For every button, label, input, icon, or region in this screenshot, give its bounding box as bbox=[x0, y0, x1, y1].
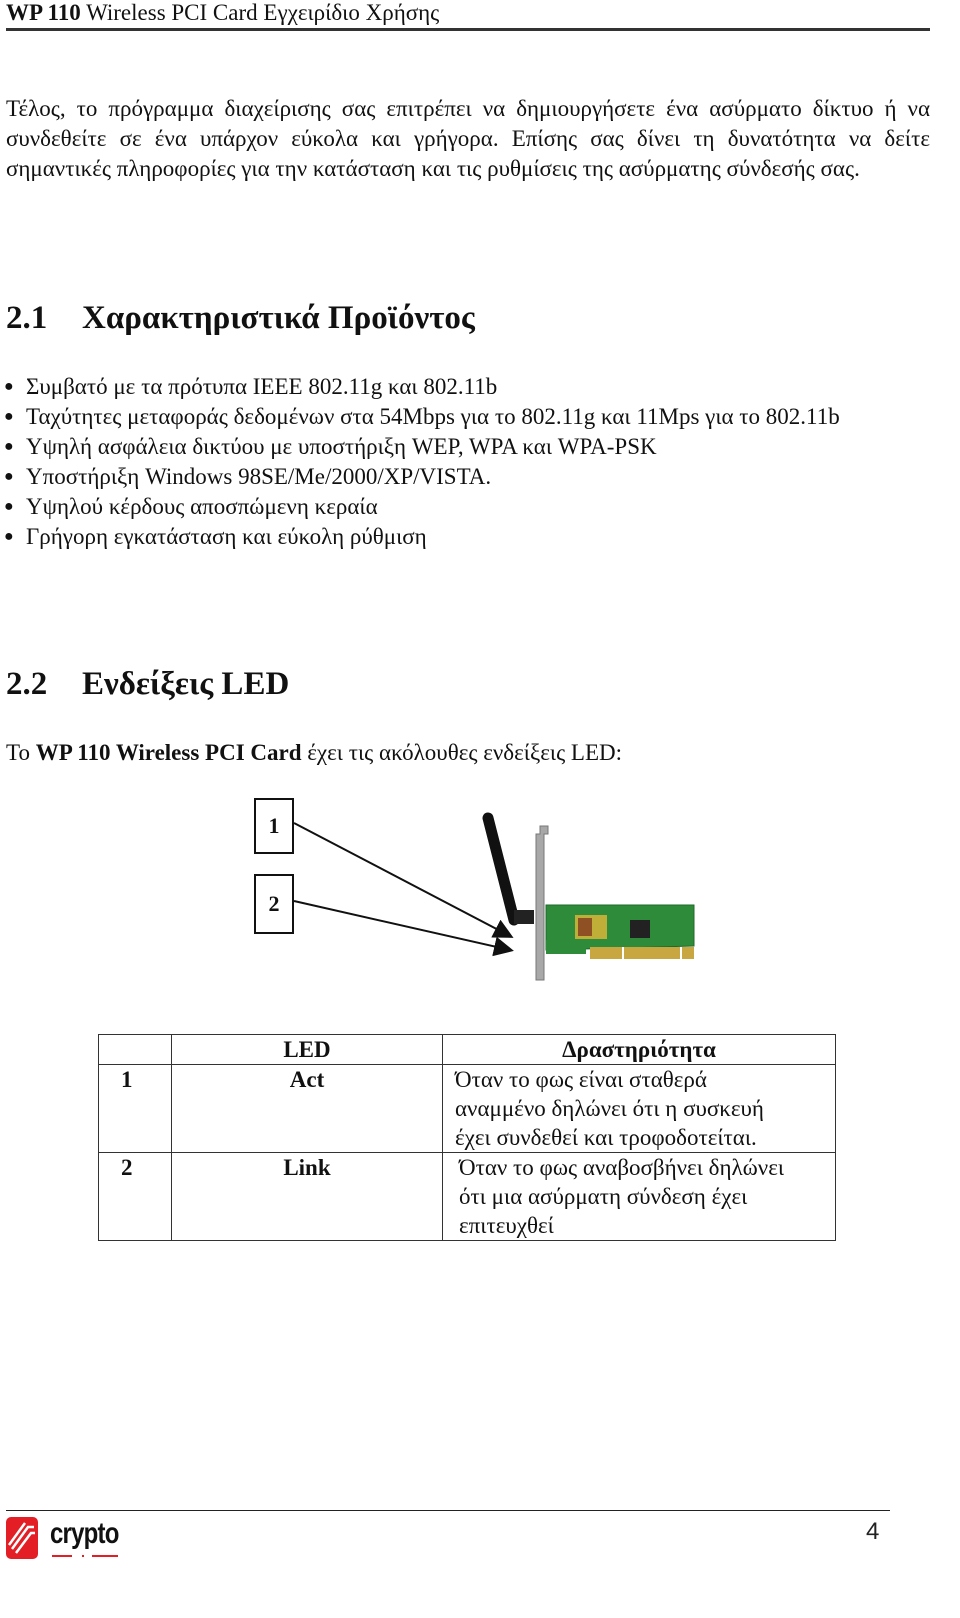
column-header-activity: Δραστηριότητα bbox=[442, 1034, 836, 1065]
list-item-text: Υποστήριξη Windows 98SE/Me/2000/XP/VISTA… bbox=[26, 464, 492, 489]
list-item: ● Υψηλή ασφάλεια δικτύου με υποστήριξη WE… bbox=[4, 432, 904, 462]
table-row: 1 Act Όταν το φως είναι σταθερά αναμμένο… bbox=[98, 1064, 836, 1153]
features-list: ● Συμβατό με τα πρότυπα IEEE 802.11g και … bbox=[4, 372, 904, 552]
section-heading-features: 2.1 Χαρακτηριστικά Προϊόντος bbox=[6, 298, 475, 338]
logo-text: crypto bbox=[50, 1517, 119, 1550]
led-intro-prefix: Το bbox=[6, 740, 36, 765]
bullet-icon: ● bbox=[4, 438, 14, 455]
cell-led: Link bbox=[171, 1152, 443, 1241]
antenna-icon bbox=[482, 812, 520, 926]
page-number: 4 bbox=[866, 1518, 880, 1545]
cell-num: 2 bbox=[98, 1152, 172, 1241]
cell-led: Act bbox=[171, 1064, 443, 1153]
led-intro-suffix: έχει τις ακόλουθες ενδείξεις LED: bbox=[301, 740, 623, 765]
arrow-2 bbox=[293, 900, 514, 957]
metal-bracket bbox=[535, 825, 549, 981]
section-number: 2.1 bbox=[6, 300, 48, 336]
list-item-text: Ταχύτητες μεταφοράς δεδομένων στα 54Mbps… bbox=[26, 404, 840, 429]
list-item: ● Γρήγορη εγκατάσταση και εύκολη ρύθμιση bbox=[4, 522, 904, 552]
section-title: Χαρακτηριστικά Προϊόντος bbox=[82, 300, 475, 336]
bullet-icon: ● bbox=[4, 378, 14, 395]
column-header-num bbox=[98, 1034, 172, 1065]
arrow-1 bbox=[293, 822, 514, 938]
crypto-logo: crypto bbox=[4, 1515, 124, 1561]
header-title-rest: Wireless PCI Card Εγχειρίδιο Χρήσης bbox=[80, 0, 440, 25]
list-item-text: Συμβατό με τα πρότυπα IEEE 802.11g και 8… bbox=[26, 374, 498, 399]
table-header-row: LED Δραστηριότητα bbox=[98, 1034, 836, 1065]
product-name: WP 110 Wireless PCI Card bbox=[35, 740, 302, 765]
intro-paragraph: Τέλος, το πρόγραμμα διαχείρισης σας επιτ… bbox=[6, 96, 930, 181]
list-item: ● Ταχύτητες μεταφοράς δεδομένων στα 54Mbp… bbox=[4, 402, 904, 432]
cell-num: 1 bbox=[98, 1064, 172, 1153]
table-row: 2 Link Όταν το φως αναβοσβήνει δηλώνει ό… bbox=[98, 1152, 836, 1241]
list-item: ● Συμβατό με τα πρότυπα IEEE 802.11g και … bbox=[4, 372, 904, 402]
list-item: ● Υψηλού κέρδους αποσπώμενη κεραία bbox=[4, 492, 904, 522]
bullet-icon: ● bbox=[4, 408, 14, 425]
pci-card-illustration bbox=[293, 812, 695, 981]
column-header-led: LED bbox=[171, 1034, 443, 1065]
footer-divider bbox=[6, 1510, 890, 1511]
led-intro: Το WP 110 Wireless PCI Card έχει τις ακό… bbox=[6, 738, 622, 768]
section-title: Ενδείξεις LED bbox=[82, 666, 290, 702]
list-item: ● Υποστήριξη Windows 98SE/Me/2000/XP/VIST… bbox=[4, 462, 904, 492]
section-heading-led: 2.2 Ενδείξεις LED bbox=[6, 664, 289, 704]
header-title-bold: WP 110 bbox=[6, 0, 81, 25]
cell-activity: Όταν το φως είναι σταθερά αναμμένο δηλών… bbox=[442, 1064, 836, 1153]
section-number: 2.2 bbox=[6, 666, 48, 702]
bullet-icon: ● bbox=[4, 468, 14, 485]
bullet-icon: ● bbox=[4, 528, 14, 545]
pci-card-figure: 1 2 bbox=[0, 790, 960, 990]
list-item-text: Υψηλή ασφάλεια δικτύου με υποστήριξη WEP… bbox=[26, 434, 657, 459]
list-item-text: Υψηλού κέρδους αποσπώμενη κεραία bbox=[26, 494, 378, 519]
bullet-icon: ● bbox=[4, 498, 14, 515]
cell-activity: Όταν το φως αναβοσβήνει δηλώνει ότι μια … bbox=[442, 1152, 836, 1241]
led-table: LED Δραστηριότητα 1 Act Όταν το φως είνα… bbox=[98, 1034, 836, 1241]
list-item-text: Γρήγορη εγκατάσταση και εύκολη ρύθμιση bbox=[26, 524, 427, 549]
page-header: WP 110 Wireless PCI Card Εγχειρίδιο Χρήσ… bbox=[6, 0, 930, 31]
